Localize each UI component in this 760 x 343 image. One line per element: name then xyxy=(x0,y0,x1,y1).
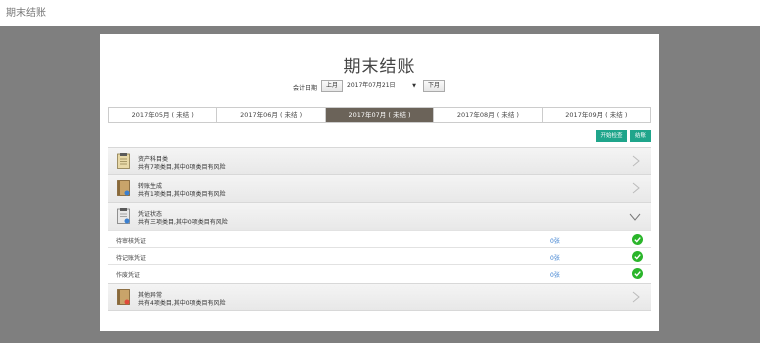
section-transfer-generation[interactable]: 转账生成 共有1项类目,其中0项类目有风险 xyxy=(108,174,651,202)
tab-2017-09[interactable]: 2017年09月 ( 未结 ) xyxy=(543,108,650,122)
chevron-right-icon xyxy=(632,182,640,194)
chevron-down-icon xyxy=(629,213,641,221)
check-circle-icon xyxy=(632,268,643,279)
start-check-button[interactable]: 开始检查 xyxy=(596,130,627,142)
section-voucher-status[interactable]: 凭证状态 共有三项类目,其中0项类目有风险 xyxy=(108,202,651,230)
book-warning-icon xyxy=(117,289,130,305)
top-bar-title: 期末结账 xyxy=(6,8,46,19)
voucher-count-link[interactable]: 0张 xyxy=(550,236,560,245)
notebook-icon xyxy=(117,208,130,224)
tab-2017-07[interactable]: 2017年07月 ( 未结 ) xyxy=(325,108,435,122)
chevron-right-icon xyxy=(632,155,640,167)
tab-2017-08[interactable]: 2017年08月 ( 未结 ) xyxy=(434,108,543,122)
section-summary: 共有三项类目,其中0项类目有风险 xyxy=(138,219,228,226)
prev-month-button[interactable]: 上月 xyxy=(321,80,344,92)
voucher-row-pending-posting: 待记账凭证 0张 xyxy=(108,247,651,264)
book-icon xyxy=(117,180,130,196)
section-other-exceptions[interactable]: 其他异常 共有4项类目,其中0项类目有风险 xyxy=(108,283,651,311)
closing-panel: 期末结账 会计日期 上月 2017年07月21日 ▼ 下月 2017年05月 (… xyxy=(100,34,659,331)
chevron-right-icon xyxy=(632,291,640,303)
section-summary: 共有7项类目,其中0项类目有风险 xyxy=(138,164,226,171)
date-label: 会计日期 xyxy=(293,85,318,92)
voucher-row-label: 待审核凭证 xyxy=(116,238,147,245)
close-period-button[interactable]: 结账 xyxy=(630,130,651,142)
section-summary: 共有4项类目,其中0项类目有风险 xyxy=(138,300,226,307)
date-value: 2017年07月21日 xyxy=(347,82,396,89)
voucher-row-voided: 作废凭证 0张 xyxy=(108,264,651,281)
notebook-icon xyxy=(117,153,130,169)
caret-down-icon: ▼ xyxy=(412,83,416,89)
section-asset-accounts[interactable]: 资产科目类 共有7项类目,其中0项类目有风险 xyxy=(108,147,651,174)
date-row: 会计日期 上月 2017年07月21日 ▼ 下月 xyxy=(100,80,659,92)
top-bar: 期末结账 xyxy=(0,0,760,26)
voucher-row-label: 作废凭证 xyxy=(116,272,141,279)
month-tabs: 2017年05月 ( 未结 ) 2017年06月 ( 未结 ) 2017年07月… xyxy=(108,107,651,123)
section-summary: 共有1项类目,其中0项类目有风险 xyxy=(138,191,226,198)
voucher-row-pending-review: 待审核凭证 0张 xyxy=(108,230,651,247)
page-title: 期末结账 xyxy=(343,57,416,77)
tab-2017-05[interactable]: 2017年05月 ( 未结 ) xyxy=(109,108,218,122)
voucher-row-label: 待记账凭证 xyxy=(116,255,147,262)
tab-2017-06[interactable]: 2017年06月 ( 未结 ) xyxy=(217,108,326,122)
next-month-button[interactable]: 下月 xyxy=(423,80,446,92)
voucher-count-link[interactable]: 0张 xyxy=(550,270,560,279)
check-circle-icon xyxy=(632,251,643,262)
date-select[interactable]: 2017年07月21日 ▼ xyxy=(347,80,419,92)
voucher-count-link[interactable]: 0张 xyxy=(550,253,560,262)
check-circle-icon xyxy=(632,234,643,245)
